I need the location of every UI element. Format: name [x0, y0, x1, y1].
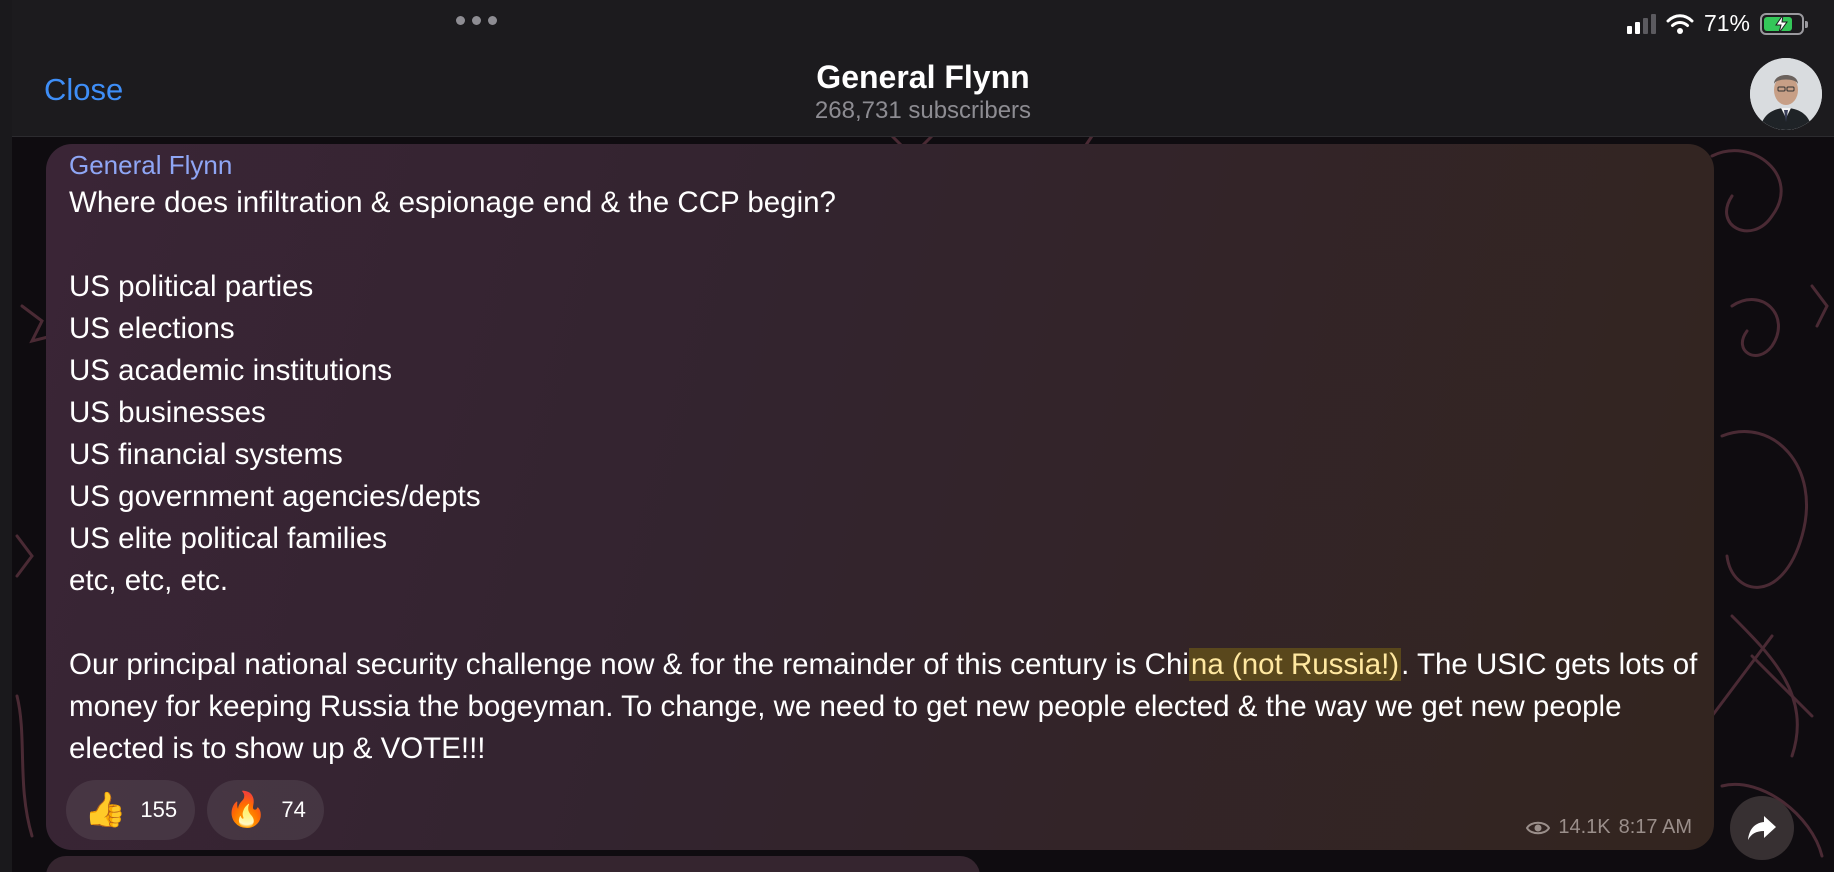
views-eye-icon	[1526, 821, 1551, 834]
message-line: US elections	[69, 312, 235, 345]
message-sender[interactable]: General Flynn	[69, 150, 232, 181]
channel-header: Close General Flynn 268,731 subscribers	[12, 48, 1834, 137]
reaction-count: 74	[281, 797, 306, 822]
wifi-icon	[1666, 13, 1694, 34]
subscriber-count: 268,731 subscribers	[814, 97, 1032, 124]
channel-title: General Flynn	[816, 59, 1030, 95]
message-line: US government agencies/depts	[69, 480, 481, 513]
highlighted-text: na (not Russia!)	[1188, 648, 1402, 681]
multitasking-dots-icon[interactable]	[456, 16, 497, 25]
battery-percent: 71%	[1703, 10, 1750, 36]
reaction-fire[interactable]: 🔥 74	[207, 780, 324, 840]
reactions-row: 👍 155 🔥 74	[66, 780, 324, 840]
share-arrow-icon	[1748, 816, 1776, 840]
channel-avatar[interactable]	[1750, 58, 1822, 130]
message-line	[69, 602, 1698, 644]
status-bar: 71%	[12, 0, 1834, 48]
message-line: US businesses	[69, 396, 266, 429]
view-count: 14.1K	[1558, 816, 1611, 838]
message-line: Where does infiltration & espionage end …	[69, 186, 836, 219]
channel-title-block[interactable]: General Flynn 268,731 subscribers	[12, 58, 1834, 126]
telegram-screen: 71% Close General Flynn 268,731 subscrib…	[0, 0, 1834, 872]
message-paragraph: Our principal national security challeng…	[69, 644, 1698, 770]
message-line	[69, 224, 1698, 266]
share-button[interactable]	[1730, 796, 1794, 860]
message-line: US elite political families	[69, 522, 388, 555]
message-text: Where does infiltration & espionage end …	[69, 182, 1698, 770]
reaction-count: 155	[140, 797, 178, 822]
reaction-thumbs-up[interactable]: 👍 155	[66, 780, 196, 840]
status-indicators: 71%	[1626, 10, 1808, 37]
message-line: US political parties	[69, 270, 314, 303]
message-line: etc, etc, etc.	[69, 564, 229, 597]
cellular-signal-icon	[1626, 13, 1656, 34]
thumbs-up-icon: 👍	[84, 791, 127, 829]
next-message-bubble[interactable]	[46, 856, 980, 872]
fire-icon: 🔥	[225, 791, 268, 829]
profile-photo-icon	[1750, 58, 1822, 130]
message-time: 8:17 AM	[1618, 816, 1692, 838]
battery-icon	[1760, 12, 1808, 35]
message-meta: 14.1K 8:17 AM	[1526, 816, 1692, 839]
message-line: US academic institutions	[69, 354, 393, 387]
message-bubble[interactable]: General Flynn Where does infiltration & …	[46, 144, 1714, 850]
message-line: US financial systems	[69, 438, 343, 471]
paragraph-text: Our principal national security challeng…	[69, 648, 1189, 681]
